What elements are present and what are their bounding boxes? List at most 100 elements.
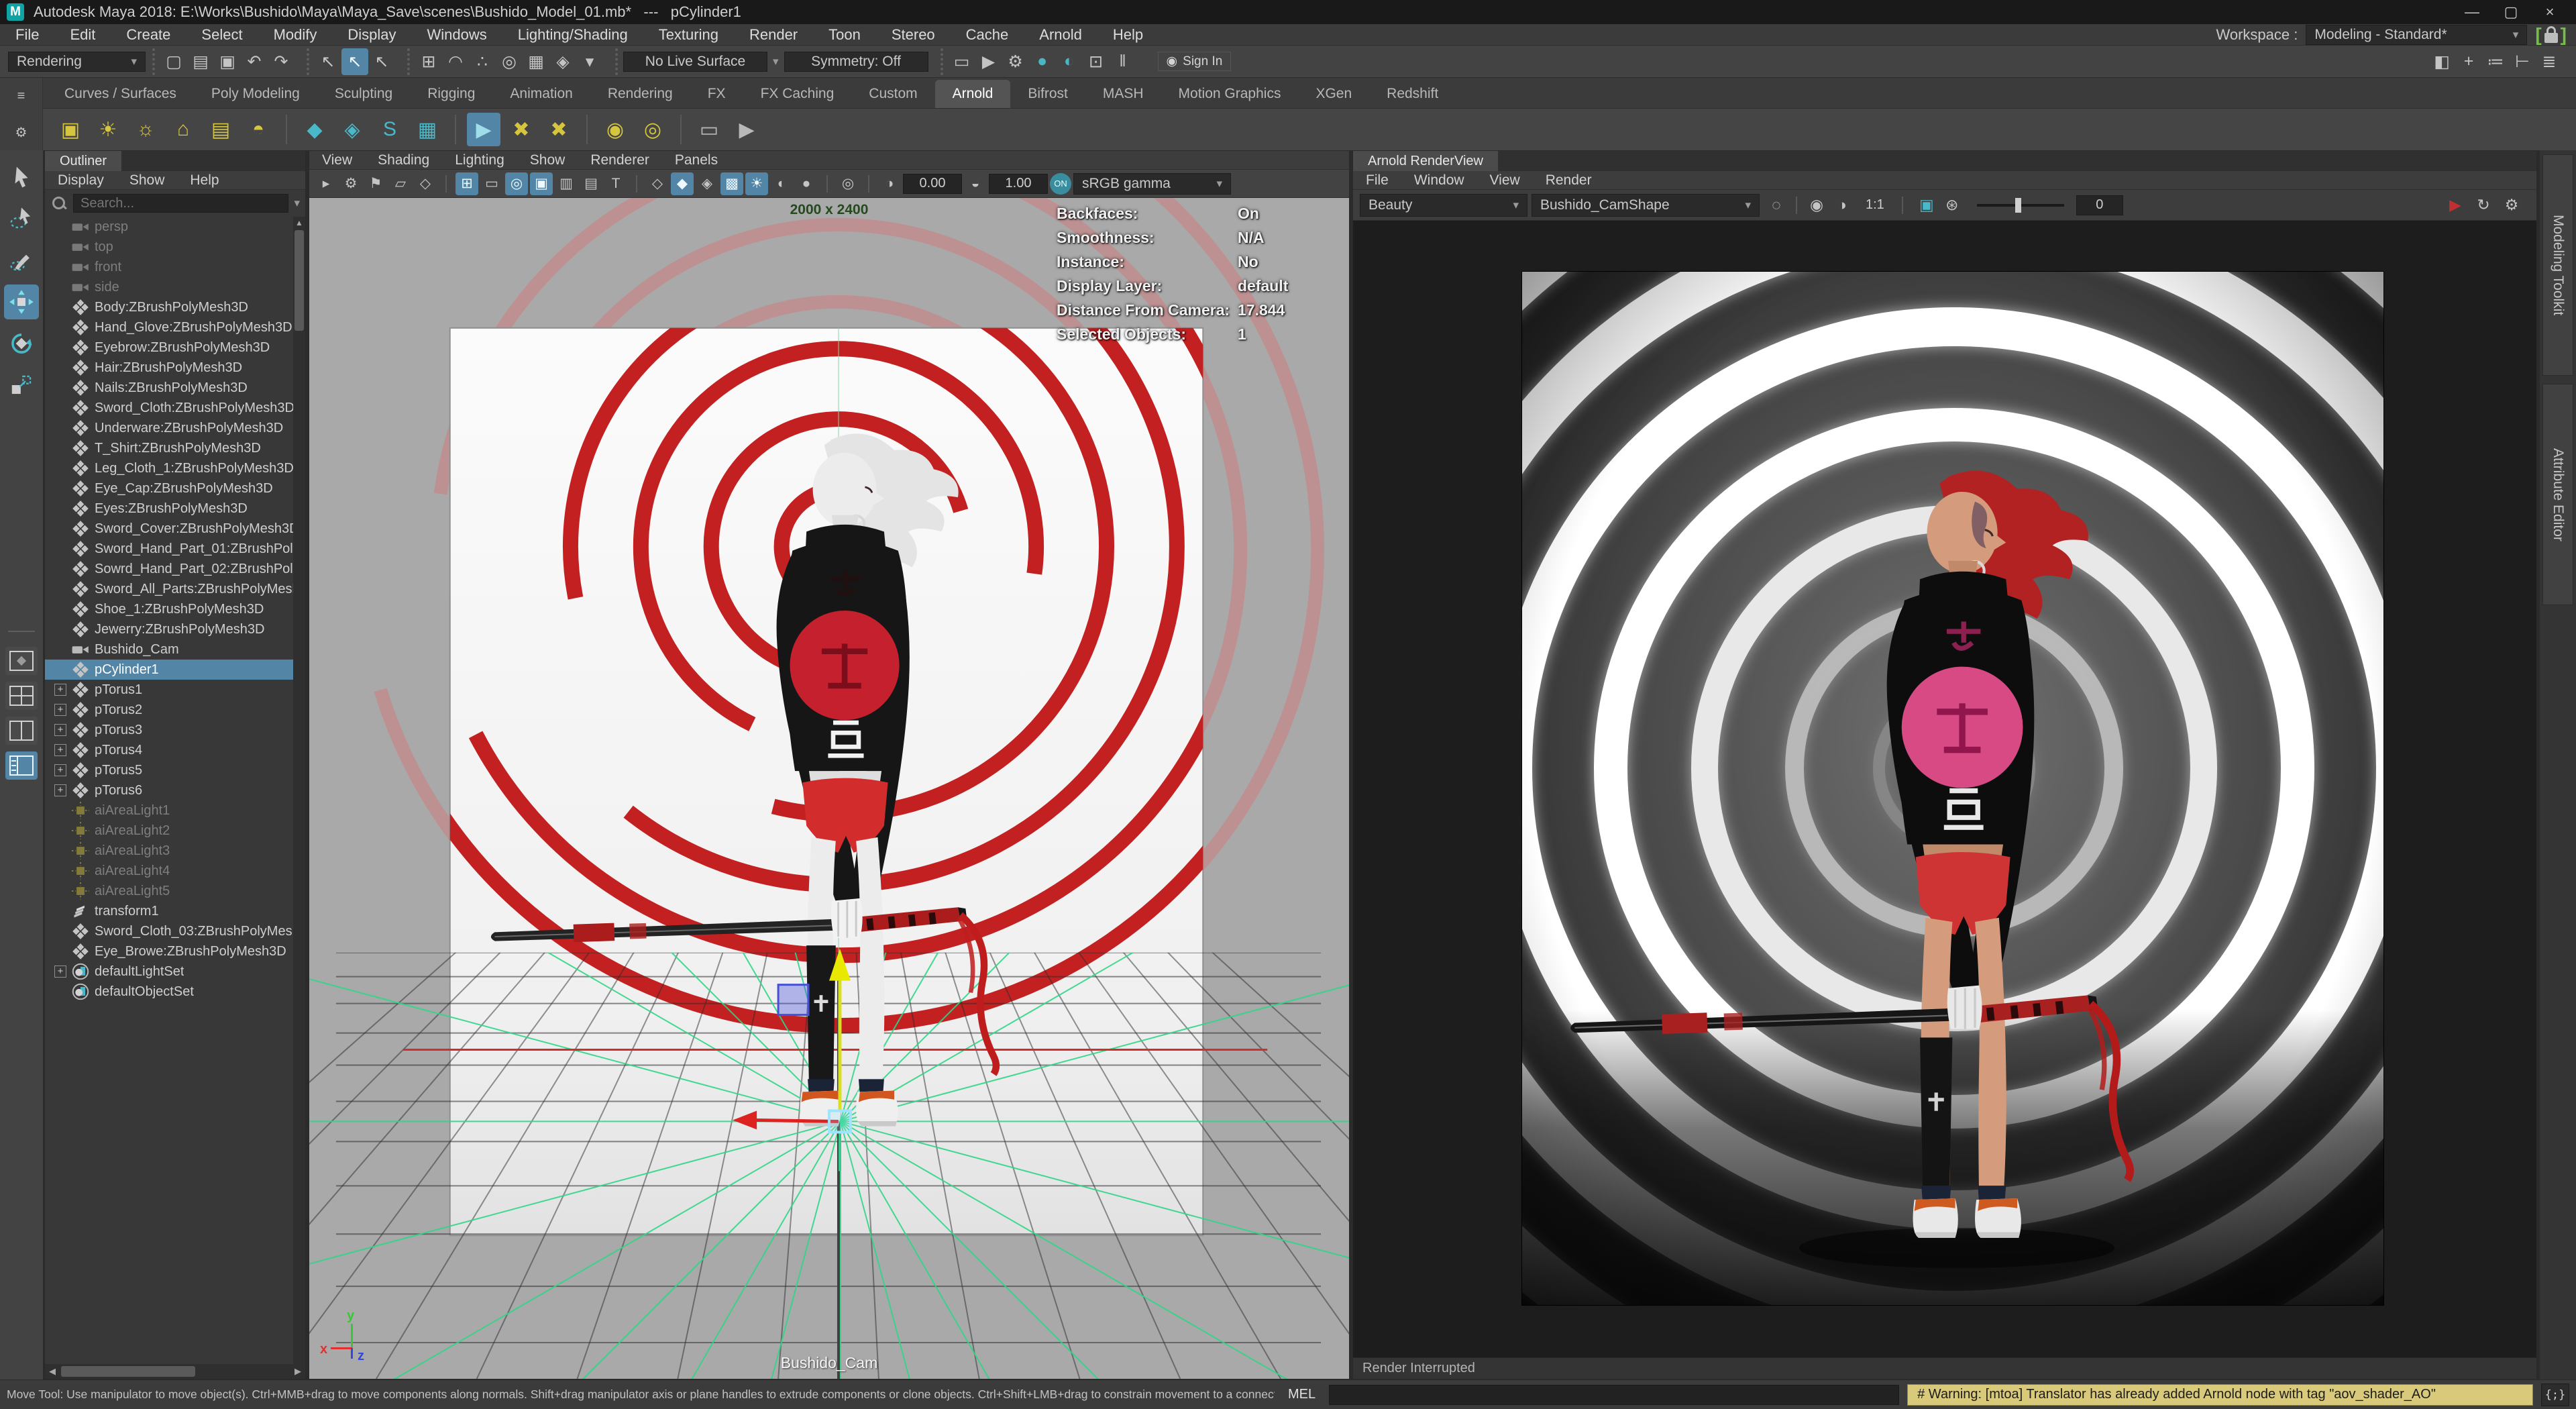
render-current-frame-icon[interactable]: ▭ xyxy=(949,48,975,75)
wireframe-icon[interactable]: ◇ xyxy=(646,172,669,195)
volume-icon[interactable]: ▦ xyxy=(411,113,444,146)
outliner-item-sword-cloth-03-zbrushpolymesh3d[interactable]: Sword_Cloth_03:ZBrushPolyMesh3D xyxy=(45,921,293,941)
snap-options-arrow-icon[interactable]: ▾ xyxy=(576,48,603,75)
scroll-right-arrow[interactable]: ▶ xyxy=(290,1366,305,1377)
redo-icon[interactable]: ↷ xyxy=(268,48,294,75)
outliner-item-persp[interactable]: persp xyxy=(45,217,293,237)
tx-manager-icon[interactable]: ◉ xyxy=(598,113,632,146)
menu-lighting-shading[interactable]: Lighting/Shading xyxy=(502,24,643,45)
photometric-light-icon[interactable]: ⌂ xyxy=(166,113,200,146)
outliner-item-sword-cloth-zbrushpolymesh3d[interactable]: Sword_Cloth:ZBrushPolyMesh3D xyxy=(45,398,293,418)
shelf-tab-fx-caching[interactable]: FX Caching xyxy=(743,80,852,108)
alpha-channel-icon[interactable]: ◑ xyxy=(1829,193,1855,218)
wireframe-on-shaded-icon[interactable]: ◈ xyxy=(696,172,718,195)
flush-texture-cache-icon[interactable]: ✖ xyxy=(542,113,576,146)
outliner-item-ptorus5[interactable]: +pTorus5 xyxy=(45,760,293,780)
hypershade-icon[interactable]: ● xyxy=(1029,48,1056,75)
isolate-select-icon[interactable]: ◎ xyxy=(837,172,859,195)
shelf-tab-arnold[interactable]: Arnold xyxy=(935,80,1011,108)
expand-icon[interactable]: + xyxy=(54,764,66,776)
script-editor-button[interactable]: {;} xyxy=(2541,1384,2569,1406)
search-filter-icon[interactable] xyxy=(50,195,68,212)
outliner-item-hair-zbrushpolymesh3d[interactable]: Hair:ZBrushPolyMesh3D xyxy=(45,358,293,378)
scroll-thumb[interactable] xyxy=(61,1366,195,1377)
expand-icon[interactable]: + xyxy=(54,966,66,978)
pause-viewport-icon[interactable]: ‖ xyxy=(1110,48,1136,75)
attribute-editor-toggle-icon[interactable]: ≔ xyxy=(2482,48,2509,75)
gate-mask-icon[interactable]: ▣ xyxy=(530,172,553,195)
outliner-item-leg-cloth-1-zbrushpolymesh3d[interactable]: Leg_Cloth_1:ZBrushPolyMesh3D xyxy=(45,458,293,478)
exposure-field[interactable] xyxy=(903,174,962,194)
renderview-menu-file[interactable]: File xyxy=(1353,172,1401,189)
viewport-menu-show[interactable]: Show xyxy=(517,152,578,168)
menu-modify[interactable]: Modify xyxy=(258,24,333,45)
gamma-field[interactable] xyxy=(989,174,1048,194)
outliner-item-ptorus2[interactable]: +pTorus2 xyxy=(45,700,293,720)
zoom-ratio-label[interactable]: 1:1 xyxy=(1859,197,1891,213)
shelf-tab-fx[interactable]: FX xyxy=(690,80,743,108)
move-tool[interactable] xyxy=(4,284,39,319)
panel-tab-attribute-editor[interactable]: Attribute Editor xyxy=(2542,384,2573,605)
crop-region-icon[interactable]: ▣ xyxy=(1914,193,1939,218)
exposure-toggle-icon[interactable]: ◑ xyxy=(878,172,901,195)
renderview-menu-view[interactable]: View xyxy=(1477,172,1533,189)
open-scene-icon[interactable]: ▤ xyxy=(187,48,214,75)
arnold-renderview-open-icon[interactable]: ▶ xyxy=(467,113,500,146)
outliner-item-aiarealight2[interactable]: aiAreaLight2 xyxy=(45,821,293,841)
minimize-button[interactable]: — xyxy=(2453,0,2491,24)
safe-action-icon[interactable]: ▤ xyxy=(580,172,602,195)
rotate-tool[interactable] xyxy=(4,326,39,361)
menu-cache[interactable]: Cache xyxy=(951,24,1024,45)
viewport-menu-panels[interactable]: Panels xyxy=(662,152,731,168)
expand-icon[interactable]: + xyxy=(54,784,66,796)
shelf-tab-rigging[interactable]: Rigging xyxy=(410,80,492,108)
lasso-tool[interactable] xyxy=(4,201,39,236)
shelf-tab-xgen[interactable]: XGen xyxy=(1298,80,1369,108)
menu-file[interactable]: File xyxy=(0,24,54,45)
outliner-item-ptorus1[interactable]: +pTorus1 xyxy=(45,680,293,700)
live-surface-field[interactable]: No Live Surface xyxy=(623,52,767,72)
outliner-item-ptorus6[interactable]: +pTorus6 xyxy=(45,780,293,800)
viewport-canvas[interactable]: 2000 x 2400 Backfaces:OnSmoothness:N/AIn… xyxy=(309,198,1349,1379)
gamma-toggle-icon[interactable]: ◒ xyxy=(964,172,987,195)
outliner-item-front[interactable]: front xyxy=(45,257,293,277)
menu-toon[interactable]: Toon xyxy=(813,24,876,45)
shelf-tab-sculpting[interactable]: Sculpting xyxy=(317,80,410,108)
command-language-toggle[interactable]: MEL xyxy=(1283,1387,1321,1402)
layout-two-pane-button[interactable] xyxy=(5,717,38,745)
outliner-item-jewerry-zbrushpolymesh3d[interactable]: Jewerry:ZBrushPolyMesh3D xyxy=(45,619,293,639)
menu-edit[interactable]: Edit xyxy=(54,24,111,45)
snap-to-projected-center-icon[interactable]: ◎ xyxy=(496,48,523,75)
outliner-item-ptorus4[interactable]: +pTorus4 xyxy=(45,740,293,760)
shelf-tab-poly-modeling[interactable]: Poly Modeling xyxy=(194,80,317,108)
pan-zoom-2d-icon[interactable]: ◇ xyxy=(414,172,437,195)
symmetry-field[interactable]: Symmetry: Off xyxy=(784,52,928,72)
camera-attributes-icon[interactable]: ⚙ xyxy=(339,172,362,195)
standin-icon[interactable]: ◆ xyxy=(298,113,331,146)
outliner-vertical-scrollbar[interactable]: ▲ xyxy=(293,217,305,1364)
colorspace-selector[interactable]: sRGB gamma ▾ xyxy=(1073,173,1231,195)
viewport-menu-shading[interactable]: Shading xyxy=(365,152,442,168)
bookmark-view-icon[interactable]: ⚑ xyxy=(364,172,387,195)
smooth-shade-all-icon[interactable]: ◆ xyxy=(671,172,694,195)
new-scene-icon[interactable]: ▢ xyxy=(160,48,187,75)
outliner-item-eye-cap-zbrushpolymesh3d[interactable]: Eye_Cap:ZBrushPolyMesh3D xyxy=(45,478,293,499)
save-scene-icon[interactable]: ▣ xyxy=(214,48,241,75)
menu-windows[interactable]: Windows xyxy=(412,24,502,45)
command-line-input[interactable] xyxy=(1329,1385,1899,1405)
select-camera-icon[interactable]: ▸ xyxy=(315,172,337,195)
shadows-icon[interactable]: ◐ xyxy=(770,172,793,195)
light-manager-icon[interactable]: ◎ xyxy=(636,113,669,146)
outliner-item-shoe-1-zbrushpolymesh3d[interactable]: Shoe_1:ZBrushPolyMesh3D xyxy=(45,599,293,619)
select-by-hierarchy-icon[interactable]: ↖ xyxy=(315,48,341,75)
outliner-item-eye-browe-zbrushpolymesh3d[interactable]: Eye_Browe:ZBrushPolyMesh3D xyxy=(45,941,293,961)
maximize-button[interactable]: ▢ xyxy=(2491,0,2530,24)
menu-display[interactable]: Display xyxy=(332,24,411,45)
film-gate-icon[interactable]: ▭ xyxy=(480,172,503,195)
character-controls-toggle-icon[interactable]: + xyxy=(2455,48,2482,75)
chevron-down-icon[interactable]: ▾ xyxy=(294,197,300,210)
viewport-menu-renderer[interactable]: Renderer xyxy=(578,152,662,168)
screen-space-ao-icon[interactable]: ● xyxy=(795,172,818,195)
undo-icon[interactable]: ↶ xyxy=(241,48,268,75)
tool-settings-toggle-icon[interactable]: ⊢ xyxy=(2509,48,2536,75)
